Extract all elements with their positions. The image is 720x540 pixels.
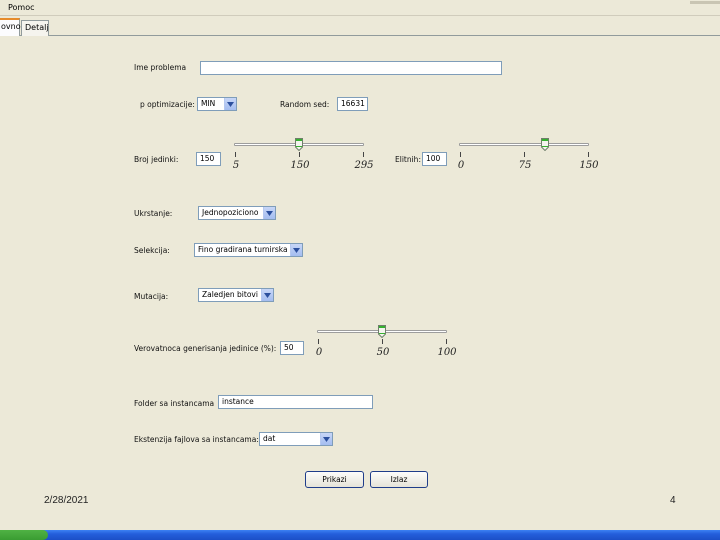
elitism-label: Elitnih: [395,155,421,164]
mutation-select[interactable]: Zaledjen bitovi [198,288,274,302]
crossover-value: Jednopoziciono [202,208,259,217]
slider-track[interactable] [459,143,589,146]
slider-tick [460,152,461,157]
chevron-down-icon[interactable] [224,98,236,110]
tab-label: Detalj [25,23,49,32]
selection-value: Fino gradirana turnirska [198,245,288,254]
menu-bar: Pomoc [0,0,720,16]
slider-thumb[interactable] [378,325,386,339]
footer-page-number: 4 [670,495,676,506]
slider-tick [363,152,364,157]
slider-ticks [234,152,364,158]
slider-tick [318,339,319,344]
optimization-label: p optimizacije: [140,100,195,109]
slider-tick-label: 5 [232,160,240,171]
slider-tick [235,152,236,157]
problem-name-input[interactable] [200,61,502,75]
taskbar [0,530,720,540]
unit-count-slider[interactable]: 5 150 295 [232,138,374,178]
optimization-value: MIN [201,99,216,108]
slider-thumb[interactable] [295,138,303,152]
menu-item-pomoc[interactable]: Pomoc [8,3,35,12]
tab-strip: ovno Detalj [0,18,720,36]
crossover-label: Ukrstanje: [134,209,173,218]
slider-tick-label: 75 [518,160,532,171]
file-extension-label: Ekstenzija fajlova sa instancama: [134,435,259,444]
selection-select[interactable]: Fino gradirana turnirska [194,243,303,257]
problem-name-label: Ime problema [134,63,187,72]
instance-folder-label: Folder sa instancama [134,399,215,408]
tab-detalj[interactable]: Detalj [21,20,49,36]
footer-date: 2/28/2021 [44,495,89,506]
random-seed-label: Random sed: [280,100,330,109]
start-button[interactable] [0,530,48,540]
slider-tick [299,152,300,157]
elitism-input[interactable]: 100 [422,152,447,166]
slider-ticks [459,152,589,158]
unit-count-label: Broj jedinki: [134,155,179,164]
chevron-down-icon[interactable] [263,207,275,219]
slider-thumb[interactable] [541,138,550,152]
slider-tick [382,339,383,344]
chevron-down-icon[interactable] [290,244,302,256]
generation-probability-input[interactable]: 50 [280,341,304,355]
generation-probability-label: Verovatnoca generisanja jedinice (%): [134,344,277,353]
mutation-label: Mutacija: [134,292,169,301]
optimization-select[interactable]: MIN [197,97,237,111]
window-edge [690,1,720,4]
mutation-value: Zaledjen bitovi [202,290,258,299]
slider-tick-label: 150 [579,160,599,171]
file-extension-value: dat [263,434,276,443]
slider-tick-label: 150 [290,160,310,171]
slider-tick [446,339,447,344]
show-button[interactable]: Prikazi [305,471,364,488]
chevron-down-icon[interactable] [261,289,273,301]
exit-button[interactable]: Izlaz [370,471,428,488]
slider-ticks [317,339,447,345]
slider-tick-label: 0 [315,347,323,358]
slider-tick [588,152,589,157]
generation-probability-slider[interactable]: 0 50 100 [315,325,457,365]
random-seed-input[interactable]: 16631 [337,97,368,111]
file-extension-select[interactable]: dat [259,432,333,446]
slider-tick-label: 295 [354,160,374,171]
slider-tick [524,152,525,157]
selection-label: Selekcija: [134,246,170,255]
instance-folder-input[interactable]: instance [218,395,373,409]
slider-tick-label: 50 [376,347,390,358]
slider-tick-label: 0 [457,160,465,171]
tab-label: ovno [1,22,21,31]
slider-tick-label: 100 [437,347,457,358]
unit-count-input[interactable]: 150 [196,152,221,166]
elitism-slider[interactable]: 0 75 150 [457,138,599,178]
tab-osnovno[interactable]: ovno [0,18,21,36]
crossover-select[interactable]: Jednopoziciono [198,206,276,220]
chevron-down-icon[interactable] [320,433,332,445]
